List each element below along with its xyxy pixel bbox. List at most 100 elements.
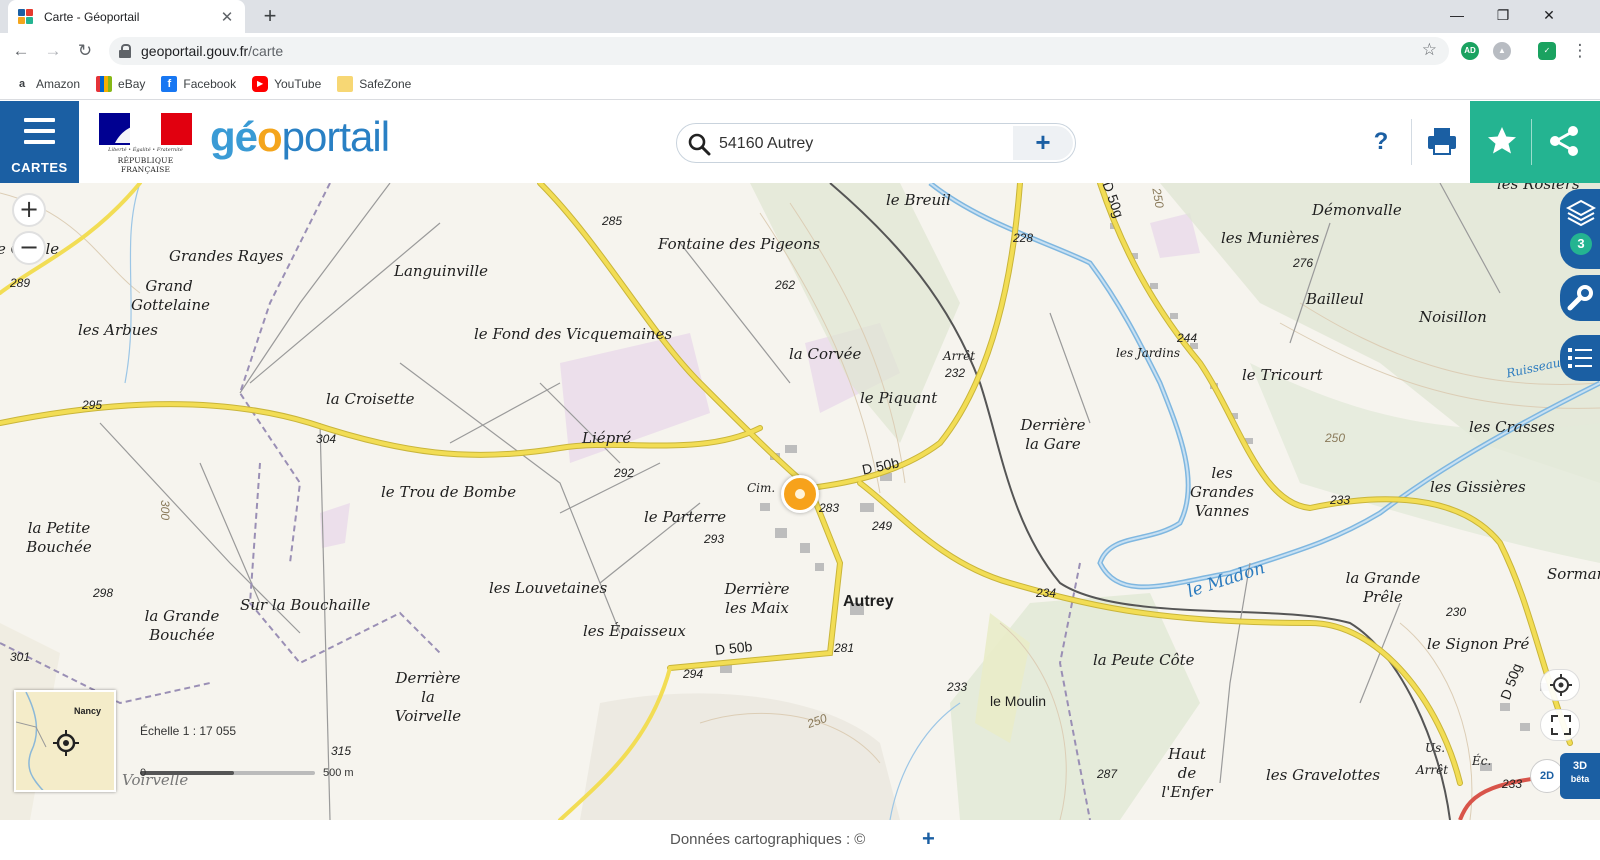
place-label: Grandes Rayes	[169, 247, 284, 265]
place-label: le Fond des Vicquemaines	[474, 325, 673, 343]
lock-icon	[119, 44, 131, 58]
facebook-icon: f	[161, 76, 178, 92]
minimize-button[interactable]: —	[1434, 0, 1480, 30]
place-label: les Munières	[1221, 229, 1320, 247]
altitude-label: 233	[947, 680, 968, 694]
tab-title: Carte - Géoportail	[44, 9, 140, 24]
bookmark-star-icon[interactable]: ☆	[1422, 40, 1437, 60]
place-label: Cim.	[747, 481, 776, 495]
place-label: Démonvalle	[1312, 201, 1402, 219]
credits-expand-button[interactable]: +	[922, 826, 935, 852]
tab-close-icon[interactable]: ✕	[219, 8, 235, 26]
altitude-label: 292	[614, 466, 635, 480]
cartes-menu-button[interactable]: CARTES	[0, 101, 79, 183]
altitude-label: 262	[775, 278, 796, 292]
share-icon[interactable]	[1546, 123, 1582, 159]
favorite-star-icon[interactable]	[1484, 123, 1520, 159]
reload-button[interactable]: ↻	[73, 39, 97, 63]
scale-bar	[140, 771, 315, 775]
search-input[interactable]	[719, 132, 989, 156]
place-search-box: +	[676, 123, 1076, 163]
place-label: les Louvetaines	[489, 579, 608, 597]
extension-icon[interactable]: ▲	[1493, 42, 1511, 60]
place-label: Haut de l'Enfer	[1161, 745, 1213, 801]
place-label: les Grandes Vannes	[1190, 464, 1254, 520]
view-2d-button[interactable]: 2D	[1530, 759, 1564, 793]
altitude-label: 234	[1036, 586, 1057, 600]
republique-francaise-logo[interactable]: Liberté • Égalité • Fraternité RÉPUBLIQU…	[99, 113, 192, 174]
tools-panel-button[interactable]	[1560, 275, 1600, 321]
place-label: Noisillon	[1419, 308, 1487, 326]
url-field[interactable]: geoportail.gouv.fr/carte ☆	[109, 37, 1449, 65]
place-label: Derrière la Voirvelle	[394, 669, 462, 725]
restore-button[interactable]: ❐	[1480, 0, 1526, 30]
bookmarks-bar: a Amazon eBay f Facebook ▶ YouTube SafeZone	[0, 69, 1600, 100]
adguard-extension-icon[interactable]: AD	[1461, 42, 1479, 60]
layer-count-badge: 3	[1570, 233, 1592, 255]
place-label: la Peute Côte	[1093, 651, 1195, 669]
ebay-icon	[96, 76, 113, 92]
location-marker[interactable]	[781, 475, 819, 513]
view-3d-beta-badge: bêta	[1570, 774, 1590, 784]
browser-tab-strip: Carte - Géoportail ✕ + — ❐ ✕	[0, 0, 1600, 33]
altitude-label: 233	[1330, 493, 1351, 507]
shield-extension-icon[interactable]: ✓	[1538, 42, 1556, 60]
altitude-label: 300	[158, 499, 173, 521]
place-label: le Breuil	[886, 191, 951, 209]
altitude-label: 294	[683, 667, 704, 681]
cartes-label: CARTES	[11, 160, 68, 175]
bookmark-ebay[interactable]: eBay	[96, 76, 145, 92]
place-label: la Petite Bouchée	[26, 519, 92, 556]
place-label: le Moulin	[990, 693, 1047, 709]
place-label: les Gravelottes	[1266, 766, 1381, 784]
scale-max-label: 500 m	[323, 767, 354, 779]
map-footer: Données cartographiques : © +	[0, 820, 1600, 860]
place-label: les Gissières	[1430, 478, 1526, 496]
advanced-search-plus-button[interactable]: +	[1013, 126, 1073, 160]
wrench-icon	[1567, 285, 1593, 311]
map-view[interactable]: le Breuil Démonvalle les Rosiers Grandes…	[0, 183, 1600, 820]
geoportail-logo[interactable]: géoportail	[210, 113, 390, 161]
altitude-label: 285	[602, 214, 623, 228]
bookmark-youtube[interactable]: ▶ YouTube	[252, 76, 321, 92]
place-label: les Épaisseux	[583, 622, 686, 640]
altitude-label: 244	[1177, 331, 1198, 345]
crosshair-icon	[1550, 674, 1572, 696]
place-label: Derrière les Maix	[724, 580, 790, 617]
fullscreen-button[interactable]	[1540, 709, 1580, 741]
list-icon	[1568, 348, 1592, 368]
altitude-label: 283	[819, 501, 840, 515]
place-label: la Corvée	[789, 345, 862, 363]
search-icon[interactable]	[687, 132, 711, 156]
overview-minimap[interactable]: Nancy	[14, 690, 116, 792]
url-host: geoportail.gouv.fr	[141, 43, 249, 59]
bookmark-safezone[interactable]: SafeZone	[337, 76, 411, 92]
close-window-button[interactable]: ✕	[1526, 0, 1572, 30]
forward-button[interactable]: →	[41, 39, 65, 63]
geolocate-button[interactable]	[1540, 669, 1580, 701]
browser-tab[interactable]: Carte - Géoportail ✕	[8, 0, 245, 33]
bookmark-amazon[interactable]: a Amazon	[14, 76, 80, 92]
bookmark-facebook[interactable]: f Facebook	[161, 76, 236, 92]
scale-text: Échelle 1 : 17 055	[140, 724, 237, 738]
back-button[interactable]: ←	[9, 39, 33, 63]
zoom-in-button[interactable]: +	[12, 193, 46, 227]
print-icon[interactable]	[1424, 123, 1460, 159]
legend-panel-button[interactable]	[1560, 335, 1600, 381]
minimap-position-icon	[53, 730, 79, 756]
view-3d-label: 3D	[1572, 760, 1588, 772]
help-button[interactable]: ?	[1364, 125, 1398, 159]
layers-panel-button[interactable]: 3	[1560, 189, 1600, 269]
place-label: les Arbues	[78, 321, 158, 339]
header-separator	[1411, 119, 1412, 165]
zoom-out-button[interactable]: −	[12, 231, 46, 265]
place-label: Fontaine des Pigeons	[658, 235, 821, 253]
altitude-label: 230	[1446, 605, 1467, 619]
altitude-label: 233	[1502, 777, 1523, 791]
view-3d-button[interactable]: 3D bêta	[1560, 753, 1600, 799]
place-label: Us.	[1425, 741, 1446, 755]
place-label: Liépré	[582, 429, 632, 447]
new-tab-button[interactable]: +	[258, 4, 282, 28]
place-label: Bailleul	[1306, 290, 1364, 308]
browser-menu-icon[interactable]: ⋮	[1568, 39, 1592, 63]
